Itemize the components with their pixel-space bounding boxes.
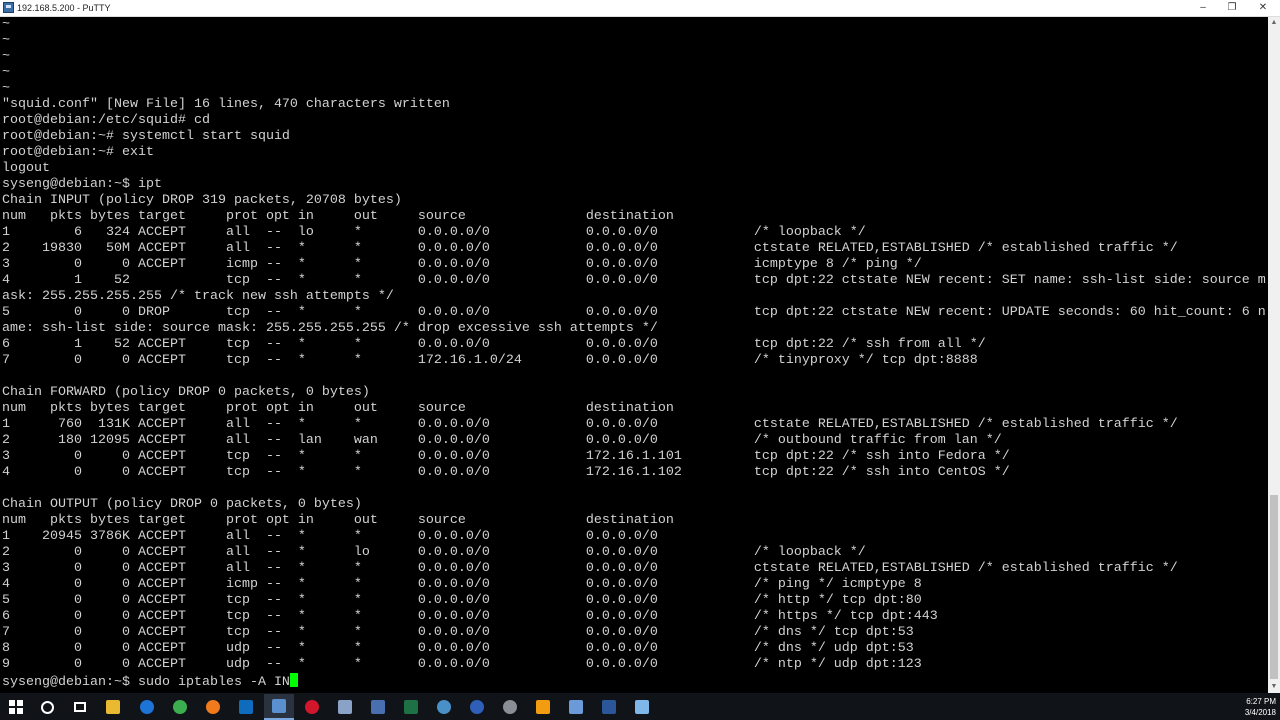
putty-app-icon[interactable]: [3, 2, 14, 13]
terminal-line: 3 0 0 ACCEPT icmp -- * * 0.0.0.0/0 0.0.0…: [2, 257, 922, 272]
terminal-line: 6 1 52 ACCEPT tcp -- * * 0.0.0.0/0 0.0.0…: [2, 337, 986, 352]
terminal-line: ~: [2, 33, 10, 48]
taskbar-app-outlook[interactable]: [236, 697, 256, 717]
vlc-icon: [536, 700, 550, 714]
close-button[interactable]: ✕: [1246, 0, 1280, 16]
vertical-scrollbar[interactable]: ▲ ▼: [1268, 17, 1280, 693]
terminal-line: 4 1 52 tcp -- * * 0.0.0.0/0 0.0.0.0/0 tc…: [2, 273, 1266, 288]
start-button[interactable]: [6, 697, 26, 717]
terminal-line: Chain OUTPUT (policy DROP 0 packets, 0 b…: [2, 497, 362, 512]
terminal-line: Chain INPUT (policy DROP 319 packets, 20…: [2, 193, 402, 208]
terminal-line: ~: [2, 17, 10, 32]
taskbar-app-edge-browser[interactable]: [137, 697, 157, 717]
terminal-line: 6 0 0 ACCEPT tcp -- * * 0.0.0.0/0 0.0.0.…: [2, 609, 938, 624]
terminal-line: 1 6 324 ACCEPT all -- lo * 0.0.0.0/0 0.0…: [2, 225, 866, 240]
virtualbox-icon: [569, 700, 583, 714]
terminal-line: root@debian:~# exit: [2, 145, 154, 160]
terminal-line: 2 19830 50M ACCEPT all -- * * 0.0.0.0/0 …: [2, 241, 1178, 256]
terminal-lines: ~ ~ ~ ~ ~ "squid.conf" [New File] 16 lin…: [2, 17, 1266, 672]
taskbar-app-virtualbox[interactable]: [566, 697, 586, 717]
putty-config-icon: [338, 700, 352, 714]
vpn-icon: [470, 700, 484, 714]
taskbar-app-vpn[interactable]: [467, 697, 487, 717]
terminal-line: num pkts bytes target prot opt in out so…: [2, 209, 674, 224]
scroll-up-arrow-icon[interactable]: ▲: [1268, 17, 1280, 29]
restore-button[interactable]: ❐: [1215, 0, 1249, 16]
search-icon: [40, 700, 54, 714]
file-explorer-button[interactable]: [103, 697, 123, 717]
system-clock[interactable]: 6:27 PM 3/4/2018: [1226, 696, 1276, 718]
task-view-button[interactable]: [70, 697, 90, 717]
terminal-line: Chain FORWARD (policy DROP 0 packets, 0 …: [2, 385, 370, 400]
terminal-line: logout: [2, 161, 50, 176]
terminal-line: 9 0 0 ACCEPT udp -- * * 0.0.0.0/0 0.0.0.…: [2, 657, 922, 672]
terminal-line: ~: [2, 81, 10, 96]
taskbar-app-vlc[interactable]: [533, 697, 553, 717]
terminal-line: 2 180 12095 ACCEPT all -- lan wan 0.0.0.…: [2, 433, 1002, 448]
putty-icon: [272, 699, 286, 713]
terminal-line: "squid.conf" [New File] 16 lines, 470 ch…: [2, 97, 450, 112]
taskbar-app-network-globe[interactable]: [434, 697, 454, 717]
opera-icon: [305, 700, 319, 714]
terminal-line: 5 0 0 ACCEPT tcp -- * * 0.0.0.0/0 0.0.0.…: [2, 593, 922, 608]
outlook-icon: [239, 700, 253, 714]
windows-taskbar: 6:27 PM 3/4/2018: [0, 693, 1280, 720]
taskbar-app-excel[interactable]: [401, 697, 421, 717]
terminal-line: ~: [2, 49, 10, 64]
command-prompt-line[interactable]: syseng@debian:~$ sudo iptables -A IN: [2, 675, 290, 690]
terminal-line: ame: ssh-list side: source mask: 255.255…: [2, 321, 658, 336]
scroll-down-arrow-icon[interactable]: ▼: [1268, 681, 1280, 693]
terminal-line: num pkts bytes target prot opt in out so…: [2, 513, 674, 528]
taskbar-app-opera[interactable]: [302, 697, 322, 717]
taskbar-app-keepass[interactable]: [368, 697, 388, 717]
terminal-line: 7 0 0 ACCEPT tcp -- * * 0.0.0.0/0 0.0.0.…: [2, 625, 914, 640]
excel-icon: [404, 700, 418, 714]
notepad-icon: [635, 700, 649, 714]
search-button[interactable]: [37, 697, 57, 717]
taskbar-app-word[interactable]: [599, 697, 619, 717]
firefox-browser-icon: [206, 700, 220, 714]
taskbar-app-putty[interactable]: [264, 694, 294, 720]
folder-icon: [106, 700, 120, 714]
network-globe-icon: [437, 700, 451, 714]
scrollbar-thumb[interactable]: [1270, 495, 1278, 679]
windows-logo-icon: [9, 700, 23, 714]
terminal-line: num pkts bytes target prot opt in out so…: [2, 401, 674, 416]
terminal-line: root@debian:~# systemctl start squid: [2, 129, 290, 144]
terminal-line: 2 0 0 ACCEPT all -- * lo 0.0.0.0/0 0.0.0…: [2, 545, 866, 560]
text-cursor: [289, 673, 298, 687]
terminal-line: syseng@debian:~$ ipt: [2, 177, 162, 192]
taskbar-app-firefox-browser[interactable]: [203, 697, 223, 717]
taskbar-app-chrome-browser[interactable]: [170, 697, 190, 717]
terminal-line: 8 0 0 ACCEPT udp -- * * 0.0.0.0/0 0.0.0.…: [2, 641, 914, 656]
window-title-bar[interactable]: 192.168.5.200 - PuTTY – ❐ ✕: [0, 0, 1280, 17]
steam-icon: [503, 700, 517, 714]
terminal-line: root@debian:/etc/squid# cd: [2, 113, 210, 128]
terminal-line: 3 0 0 ACCEPT all -- * * 0.0.0.0/0 0.0.0.…: [2, 561, 1178, 576]
clock-time: 6:27 PM: [1246, 697, 1276, 706]
taskbar-app-putty-config[interactable]: [335, 697, 355, 717]
window-title: 192.168.5.200 - PuTTY: [17, 3, 111, 13]
keepass-icon: [371, 700, 385, 714]
terminal-line: ~: [2, 65, 10, 80]
terminal-line: 1 20945 3786K ACCEPT all -- * * 0.0.0.0/…: [2, 529, 658, 544]
edge-browser-icon: [140, 700, 154, 714]
taskbar-app-notepad[interactable]: [632, 697, 652, 717]
terminal-line: 1 760 131K ACCEPT all -- * * 0.0.0.0/0 0…: [2, 417, 1178, 432]
terminal-line: 3 0 0 ACCEPT tcp -- * * 0.0.0.0/0 172.16…: [2, 449, 1010, 464]
terminal-line: 7 0 0 ACCEPT tcp -- * * 172.16.1.0/24 0.…: [2, 353, 978, 368]
terminal-line: 4 0 0 ACCEPT tcp -- * * 0.0.0.0/0 172.16…: [2, 465, 1010, 480]
terminal-line: 5 0 0 DROP tcp -- * * 0.0.0.0/0 0.0.0.0/…: [2, 305, 1266, 320]
terminal-area[interactable]: ~ ~ ~ ~ ~ "squid.conf" [New File] 16 lin…: [0, 17, 1268, 693]
task-view-icon: [74, 702, 86, 712]
word-icon: [602, 700, 616, 714]
terminal-output: ~ ~ ~ ~ ~ "squid.conf" [New File] 16 lin…: [0, 17, 1268, 691]
terminal-line: ask: 255.255.255.255 /* track new ssh at…: [2, 289, 394, 304]
terminal-line: 4 0 0 ACCEPT icmp -- * * 0.0.0.0/0 0.0.0…: [2, 577, 922, 592]
clock-date: 3/4/2018: [1244, 708, 1276, 717]
chrome-browser-icon: [173, 700, 187, 714]
taskbar-app-steam[interactable]: [500, 697, 520, 717]
